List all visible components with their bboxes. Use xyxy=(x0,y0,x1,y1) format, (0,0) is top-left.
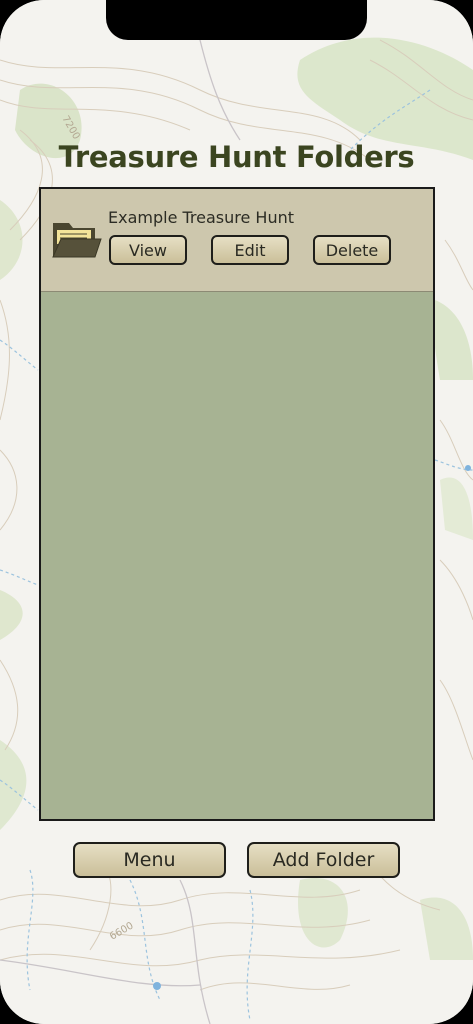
add-folder-button[interactable]: Add Folder xyxy=(247,842,400,878)
device-notch xyxy=(106,0,367,40)
device-screen: 7200 6600 Treasure Hunt Folders Example … xyxy=(0,0,473,1024)
menu-button[interactable]: Menu xyxy=(73,842,226,878)
folder-list-panel: Example Treasure Hunt View Edit Delete xyxy=(39,187,435,821)
folder-list-item: Example Treasure Hunt View Edit Delete xyxy=(41,189,433,292)
view-button[interactable]: View xyxy=(109,235,187,265)
page-title: Treasure Hunt Folders xyxy=(58,140,415,174)
folder-name: Example Treasure Hunt xyxy=(108,208,295,227)
folder-open-icon xyxy=(52,223,102,258)
delete-button[interactable]: Delete xyxy=(313,235,391,265)
edit-button[interactable]: Edit xyxy=(211,235,289,265)
